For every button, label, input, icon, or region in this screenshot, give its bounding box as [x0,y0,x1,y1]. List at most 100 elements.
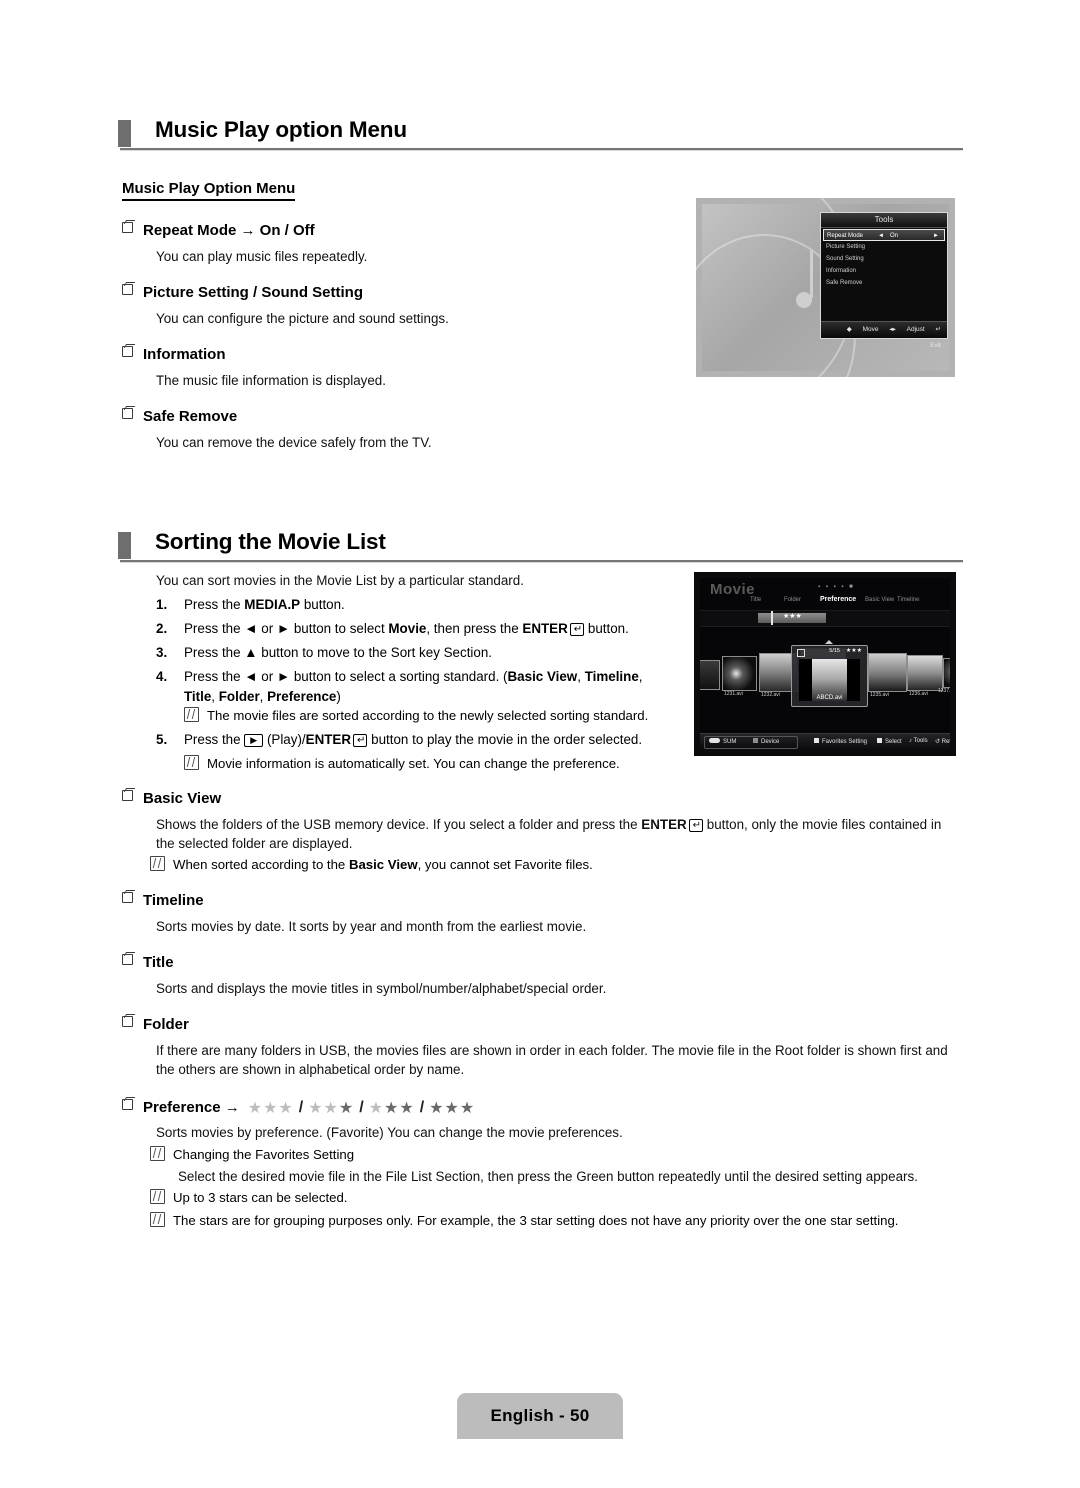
step-3: 3. Press the ▲ button to move to the Sor… [156,643,676,663]
movie-list-screenshot: Movie ▪ ▪ ▪ ▪ ■ Title Folder Preference … [694,572,956,756]
play-key-icon: ▶ [244,734,264,747]
thumbnail-1237[interactable] [943,658,950,688]
tab-preference[interactable]: Preference [820,596,856,603]
osd-row-information[interactable]: Information [821,265,947,277]
bullet-basic-view: Basic View [122,790,221,808]
tools-menu-screenshot: Tools Repeat Mode ◄ On ► Picture Setting… [696,198,955,377]
checkbox-bullet-icon [122,222,133,233]
bullet-repeat-mode: Repeat Mode → On / Off [122,222,315,240]
step-2: 2. Press the ◄ or ► button to select Mov… [156,619,676,639]
sort-bar-stars: ★★★ [783,613,802,620]
page-dots-indicator: ▪ ▪ ▪ ▪ ■ [818,584,855,590]
osd-row-repeat-mode[interactable]: Repeat Mode ◄ On ► [823,229,945,241]
note-step-5: Movie information is automatically set. … [184,754,684,773]
thumbnail-image [869,654,906,691]
hint-usb: SUM [709,738,736,745]
step-text: Press the ▲ button to move to the Sort k… [184,645,493,660]
osd-row-label: Sound Setting [826,256,864,262]
selected-movie-card[interactable]: 5/15 ★★★ ABCD.avi [791,645,868,707]
bullet-folder: Folder [122,1016,189,1034]
selected-card-header: 5/15 ★★★ [792,646,867,658]
thumbnail-filename: 1235.avi [870,692,889,698]
enter-key-icon: ↵ [569,623,585,636]
note-pencil-icon [150,856,165,871]
note-text: The stars are for grouping purposes only… [173,1213,899,1228]
movie-osd-panel: Movie ▪ ▪ ▪ ▪ ■ Title Folder Preference … [700,578,950,750]
bullet-timeline: Timeline [122,892,204,910]
note-text: When sorted according to the Basic View,… [173,857,593,872]
sort-scroll-bar[interactable]: ★★★ [700,610,950,627]
subheading-music-play-option-menu: Music Play Option Menu [122,180,296,201]
note-changing-favorites: Changing the Favorites Setting [150,1145,910,1164]
tab-title[interactable]: Title [750,597,761,603]
device-square-icon [753,738,758,743]
tab-timeline[interactable]: Timeline [897,597,919,603]
osd-row-safe-remove[interactable]: Safe Remove [821,277,947,289]
osd-row-label: Safe Remove [826,280,863,286]
note-pencil-icon [150,1189,165,1204]
star-separator: / [298,1099,304,1116]
note-pencil-icon [184,755,199,770]
star-group-3-dim: ★ [368,1100,385,1117]
osd-row-sound-setting[interactable]: Sound Setting [821,253,947,265]
note-step-4: The movie files are sorted according to … [184,706,684,725]
thumbnail-1236[interactable] [907,655,943,691]
movie-footer-hints: SUM Device Favorites Setting Select ♪ To… [700,733,950,750]
checkbox-bullet-icon [122,954,133,965]
bullet-safe-remove: Safe Remove [122,408,237,426]
bullet-title: Title [122,954,174,972]
desc-title: Sorts and displays the movie titles in s… [156,981,607,996]
desc-timeline: Sorts movies by date. It sorts by year a… [156,919,587,934]
heading-divider [120,560,963,563]
thumbnail-1235[interactable] [868,653,907,692]
music-note-stem [810,250,813,298]
osd-row-label: Information [826,268,857,274]
note-pencil-icon [150,1146,165,1161]
checkbox-bullet-icon [122,892,133,903]
desc-basic-view: Shows the folders of the USB memory devi… [156,817,942,851]
thumbnail-partial-left[interactable] [700,660,720,690]
desc-preference: Sorts movies by preference. (Favorite) Y… [156,1125,623,1140]
hint-device: Device [753,738,779,745]
sorting-intro-text: You can sort movies in the Movie List by… [156,573,524,588]
green-button-icon [814,738,819,743]
step-4: 4. Press the ◄ or ► button to select a s… [156,667,666,706]
note-up-to-3-stars: Up to 3 stars can be selected. [150,1188,910,1207]
osd-row-picture-setting[interactable]: Picture Setting [821,241,947,253]
preference-star-groups: ★★★ / ★★★ / ★★★ / ★★★ [248,1099,476,1117]
star-group-4: ★★★ [429,1100,476,1117]
tab-basic-view[interactable]: Basic View [865,597,894,603]
step-number: 4. [156,669,168,684]
note-grouping-purposes: The stars are for grouping purposes only… [150,1211,958,1230]
thumbnail-image [700,661,719,689]
desc-picture-sound-setting: You can configure the picture and sound … [156,311,449,326]
tab-folder[interactable]: Folder [784,597,801,603]
step-text: Press the MEDIA.P button. [184,597,345,612]
favorite-checkbox-icon[interactable] [797,649,805,657]
desc-information: The music file information is displayed. [156,373,386,388]
heading-accent-bar [118,120,131,147]
bullet-label: Timeline [143,892,204,909]
note-pencil-icon [184,707,199,722]
page-number-footer: English - 50 [457,1393,623,1439]
tools-osd-panel: Tools Repeat Mode ◄ On ► Picture Setting… [820,212,948,349]
note-basic-view: When sorted according to the Basic View,… [150,855,850,874]
thumbnail-1231[interactable] [722,656,757,691]
note-pencil-icon [150,1212,165,1227]
bullet-label: Repeat Mode → On / Off [143,222,315,239]
thumbnail-image [908,656,942,690]
osd-footer-hints: ◆ Move ◂▸ Adjust ↵ Exit [821,321,947,349]
enter-key-icon: ↵ [688,819,704,832]
bullet-label: Information [143,346,226,363]
checkbox-bullet-icon [122,346,133,357]
bullet-label: Preference → [143,1099,240,1116]
checkbox-bullet-icon [122,790,133,801]
note-sub-text: Select the desired movie file in the Fil… [178,1169,918,1184]
thumbnail-filename: 1237.avi [938,688,950,694]
bullet-label: Title [143,954,174,971]
hint-favorites-setting: Favorites Setting [814,738,867,745]
note-text: Changing the Favorites Setting [173,1147,355,1162]
bullet-information: Information [122,346,226,364]
thumbnail-image [723,657,756,690]
hint-tools: ♪ Tools [909,738,928,744]
